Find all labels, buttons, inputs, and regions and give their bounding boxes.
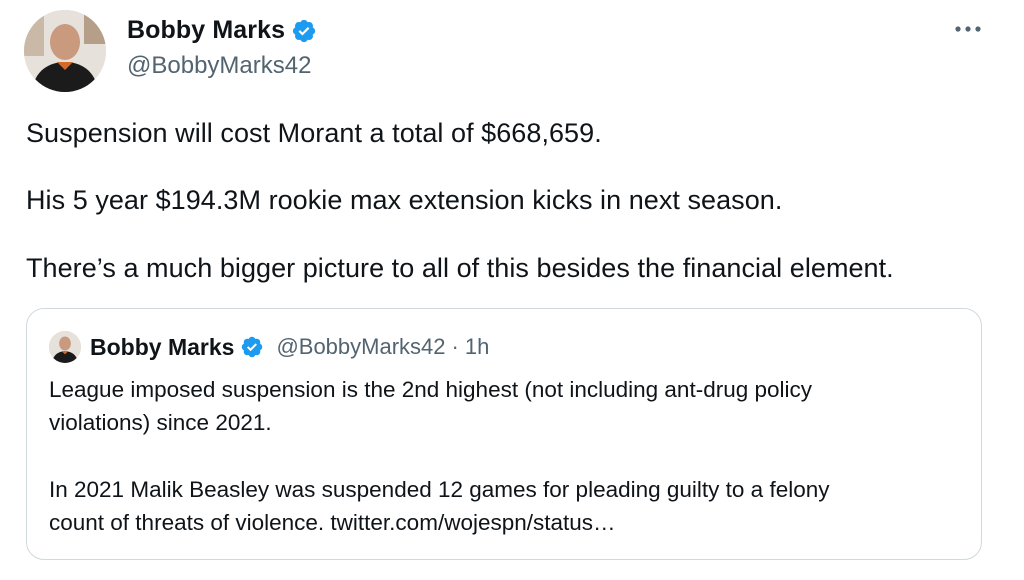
- author-name-row: Bobby Marks: [127, 16, 317, 45]
- quoted-text-line: In 2021 Malik Beasley was suspended 12 g…: [49, 477, 830, 502]
- author-handle[interactable]: @BobbyMarks42: [127, 52, 311, 80]
- quoted-text-line: violations) since 2021.: [49, 410, 272, 435]
- quoted-text-line: League imposed suspension is the 2nd hig…: [49, 377, 813, 402]
- separator-dot: ·: [451, 334, 459, 359]
- more-options-button[interactable]: [948, 14, 988, 44]
- tweet-text-line: There’s a much bigger picture to all of …: [26, 253, 894, 283]
- quoted-text-line: count of threats of violence. twitter.co…: [49, 510, 616, 535]
- more-options-icon: [955, 26, 981, 32]
- verified-badge-icon: [240, 335, 264, 359]
- quoted-author-avatar: [49, 331, 81, 363]
- tweet-text-line: Suspension will cost Morant a total of $…: [26, 118, 602, 148]
- quoted-author-name: Bobby Marks: [90, 333, 235, 360]
- quoted-author-handle: @BobbyMarks42: [276, 334, 446, 359]
- verified-badge-icon: [291, 18, 317, 44]
- quoted-tweet-header: Bobby Marks @BobbyMarks42 · 1h: [49, 331, 489, 363]
- quoted-tweet[interactable]: Bobby Marks @BobbyMarks42 · 1h League im…: [26, 308, 982, 560]
- tweet-text-line: His 5 year $194.3M rookie max extension …: [26, 185, 783, 215]
- tweet-card: Bobby Marks @BobbyMarks42 Suspension wil…: [0, 0, 1024, 580]
- author-name[interactable]: Bobby Marks: [127, 16, 285, 45]
- author-avatar[interactable]: [24, 10, 106, 92]
- quoted-tweet-time[interactable]: 1h: [465, 334, 489, 360]
